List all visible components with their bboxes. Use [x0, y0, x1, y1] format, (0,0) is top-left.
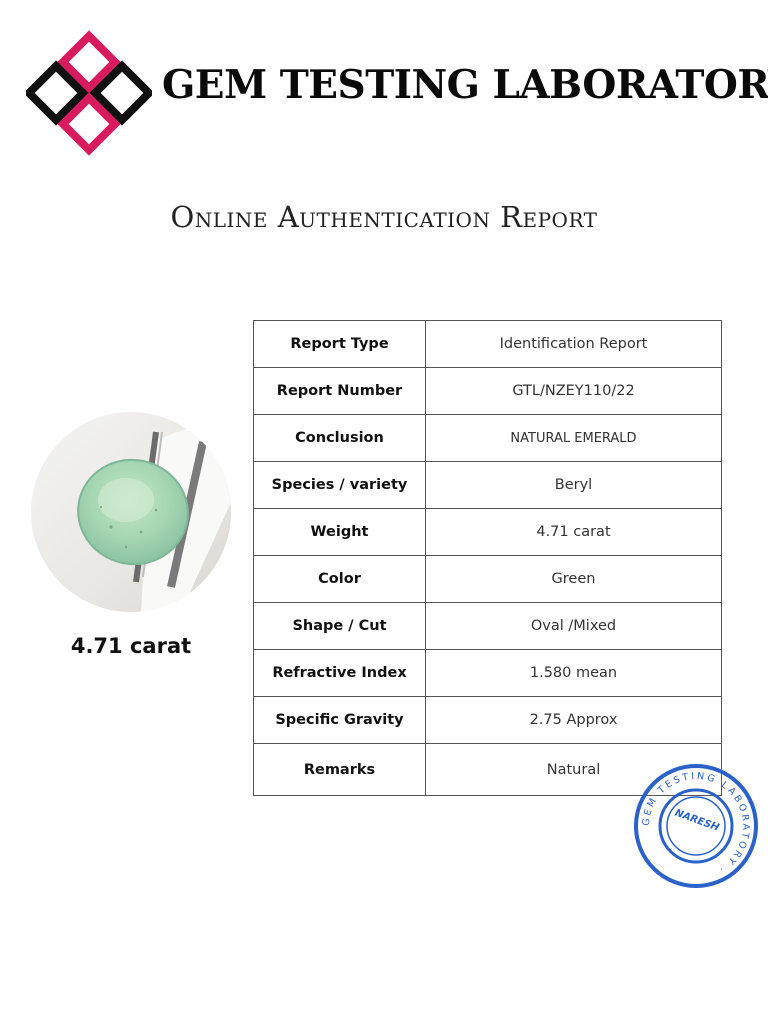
row-value: Identification Report: [425, 320, 722, 368]
lab-logo: [26, 30, 152, 156]
row-value: 2.75 Approx: [425, 696, 722, 744]
row-label: Conclusion: [253, 414, 426, 462]
row-value: Green: [425, 555, 722, 603]
gem-photo: [31, 412, 231, 612]
table-row: Report Type Identification Report: [253, 320, 722, 368]
row-label: Refractive Index: [253, 649, 426, 697]
row-value: 1.580 mean: [425, 649, 722, 697]
gem-weight-caption: 4.71 carat: [70, 634, 192, 658]
svg-text:NARESH: NARESH: [673, 808, 721, 834]
table-row: Report Number GTL/NZEY110/22: [253, 367, 722, 415]
report-table: Report Type Identification Report Report…: [253, 320, 722, 796]
lab-stamp: GEM TESTING LABORATORY · NARESH: [634, 764, 758, 888]
table-row: Weight 4.71 carat: [253, 508, 722, 556]
table-row: Conclusion NATURAL EMERALD: [253, 414, 722, 462]
row-label: Report Type: [253, 320, 426, 368]
table-row: Species / variety Beryl: [253, 461, 722, 509]
lab-name: GEM TESTING LABORATORY: [162, 62, 768, 108]
row-label: Color: [253, 555, 426, 603]
report-heading: Online Authentication Report: [170, 200, 598, 234]
row-value: NATURAL EMERALD: [425, 414, 722, 462]
row-value: Oval /Mixed: [425, 602, 722, 650]
table-row: Refractive Index 1.580 mean: [253, 649, 722, 697]
row-value: Beryl: [425, 461, 722, 509]
row-label: Specific Gravity: [253, 696, 426, 744]
row-label: Report Number: [253, 367, 426, 415]
row-value: GTL/NZEY110/22: [425, 367, 722, 415]
table-row: Specific Gravity 2.75 Approx: [253, 696, 722, 744]
table-row: Shape / Cut Oval /Mixed: [253, 602, 722, 650]
row-label: Weight: [253, 508, 426, 556]
row-label: Shape / Cut: [253, 602, 426, 650]
table-row: Color Green: [253, 555, 722, 603]
row-label: Species / variety: [253, 461, 426, 509]
row-value: 4.71 carat: [425, 508, 722, 556]
row-label: Remarks: [253, 743, 426, 796]
